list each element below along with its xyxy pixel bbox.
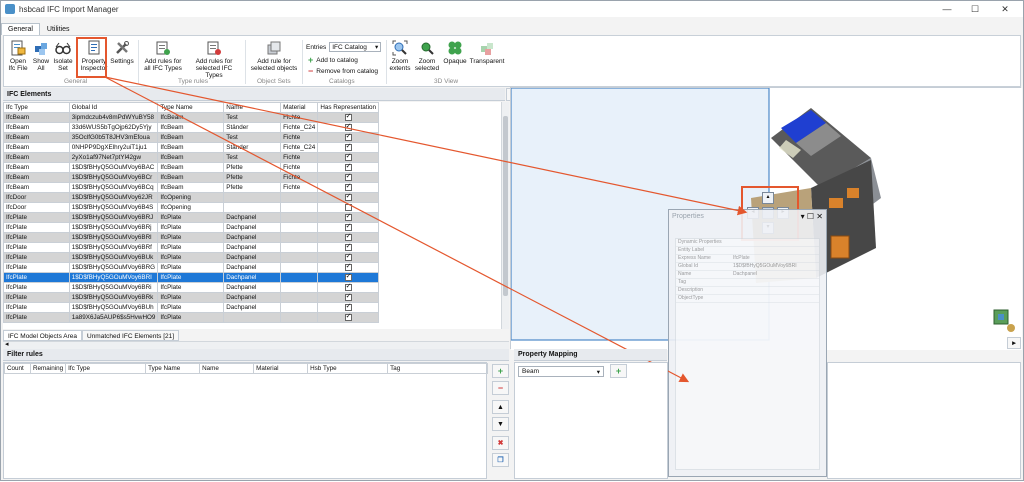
col-hsb-type[interactable]: Hsb Type xyxy=(307,363,389,374)
plus-icon: + xyxy=(497,366,504,376)
col-filter-ifc-type[interactable]: Ifc Type xyxy=(65,363,147,374)
mapping-details-panel xyxy=(827,362,1021,479)
plus-icon: + xyxy=(615,366,622,376)
clear-rules-button[interactable]: ✖ xyxy=(492,436,509,450)
copy-icon: ❐ xyxy=(497,457,504,464)
add-rule-button[interactable]: + xyxy=(492,364,509,378)
minus-icon: − xyxy=(497,383,504,393)
col-filter-material[interactable]: Material xyxy=(253,363,309,374)
arrow-to-dock-guide xyxy=(104,76,748,216)
col-count[interactable]: Count xyxy=(4,363,31,374)
hsb-type-select-value: Beam xyxy=(522,368,539,375)
arrow-to-property-mapping xyxy=(104,76,690,383)
col-remaining[interactable]: Remaining xyxy=(29,363,67,374)
move-down-button[interactable]: ▼ xyxy=(492,417,509,431)
remove-rule-button[interactable]: − xyxy=(492,381,509,395)
property-mapping-header: Property Mapping xyxy=(514,349,667,361)
filter-rules-toolbar: + − ▲ ▼ ✖ ❐ xyxy=(491,362,511,479)
property-mapping-panel: Beam ▾ + xyxy=(514,362,668,479)
copy-rule-button[interactable]: ❐ xyxy=(492,453,509,467)
hsb-type-select[interactable]: Beam ▾ xyxy=(518,366,604,377)
col-filter-type-name[interactable]: Type Name xyxy=(145,363,201,374)
col-filter-name[interactable]: Name xyxy=(199,363,255,374)
arrow-up-icon: ▲ xyxy=(497,403,504,411)
filter-rules-header: Filter rules xyxy=(3,349,509,361)
move-up-button[interactable]: ▲ xyxy=(492,400,509,414)
chevron-down-icon: ▾ xyxy=(596,368,600,376)
arrow-down-icon: ▼ xyxy=(497,420,504,428)
app-window: hsbcad IFC Import Manager — ☐ ✕ General … xyxy=(0,0,1024,481)
col-tag[interactable]: Tag xyxy=(387,363,488,374)
filter-rules-table: Count Remaining Ifc Type Type Name Name … xyxy=(4,363,488,374)
filter-rules-header-row: Count Remaining Ifc Type Type Name Name … xyxy=(4,363,488,374)
clear-icon: ✖ xyxy=(497,440,504,447)
add-mapping-button[interactable]: + xyxy=(610,364,627,378)
filter-rules-grid: Count Remaining Ifc Type Type Name Name … xyxy=(3,362,488,479)
